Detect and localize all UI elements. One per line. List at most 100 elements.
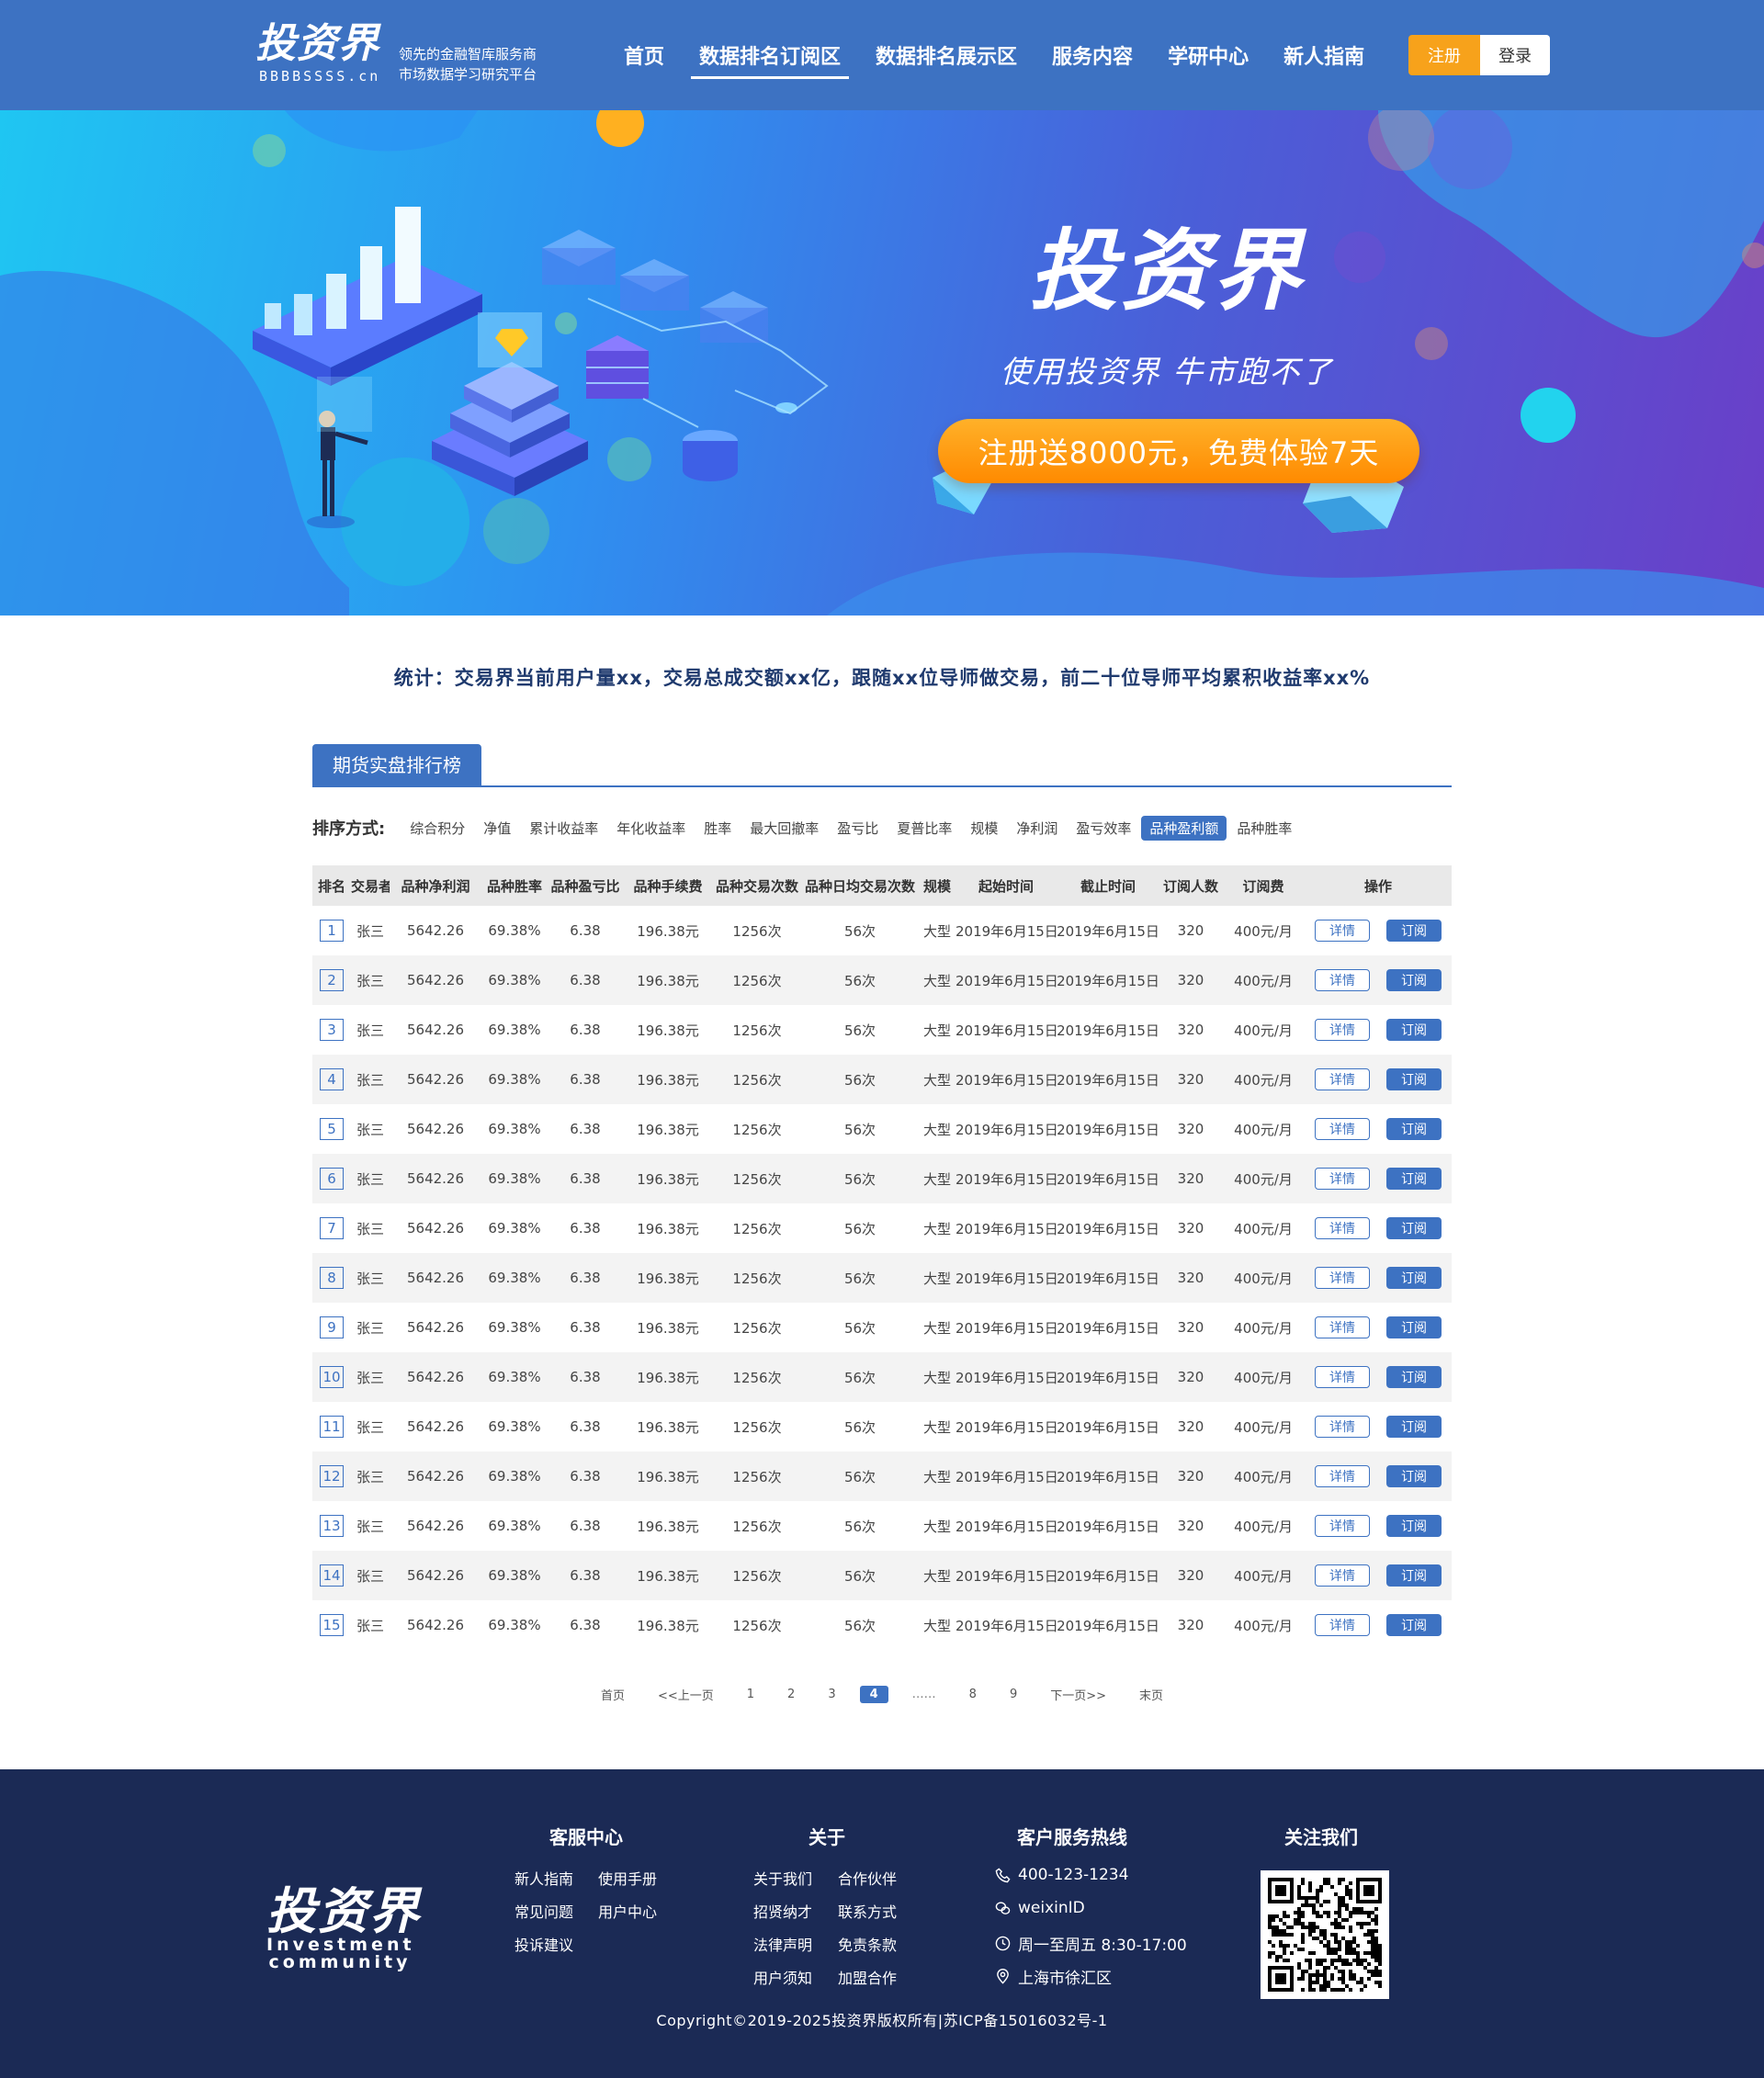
subscribe-button[interactable]: 订阅 <box>1386 1515 1442 1537</box>
footer-link-careers[interactable]: 招贤纳才 <box>753 1900 812 1922</box>
footer-link-legal[interactable]: 法律声明 <box>753 1933 812 1955</box>
page-number-link[interactable]: 9 <box>1001 1686 1026 1703</box>
subscribe-button[interactable]: 订阅 <box>1386 1366 1442 1388</box>
prev-page-link[interactable]: <<上一页 <box>649 1684 723 1705</box>
subscribe-button[interactable]: 订阅 <box>1386 1614 1442 1636</box>
footer-link-newbie-guide[interactable]: 新人指南 <box>514 1867 573 1889</box>
first-page-link[interactable]: 首页 <box>592 1684 634 1705</box>
cell-pl-ratio: 6.38 <box>548 1253 623 1303</box>
sort-option[interactable]: 盈亏效率 <box>1068 816 1139 841</box>
phone-number: 400-123-1234 <box>1018 1866 1129 1884</box>
page-number-link[interactable]: 4 <box>859 1686 888 1703</box>
main-nav: 首页 数据排名订阅区 数据排名展示区 服务内容 学研中心 新人指南 <box>606 35 1382 79</box>
cell-start: 2019年6月15日 <box>956 1253 1057 1303</box>
subscribe-button[interactable]: 订阅 <box>1386 1068 1442 1090</box>
sort-option[interactable]: 夏普比率 <box>888 816 960 841</box>
detail-button[interactable]: 详情 <box>1315 1068 1370 1090</box>
nav-newbie-guide[interactable]: 新人指南 <box>1266 35 1382 75</box>
sort-option[interactable]: 品种胜率 <box>1228 816 1300 841</box>
detail-button[interactable]: 详情 <box>1315 1366 1370 1388</box>
cell-pl-ratio: 6.38 <box>570 1022 601 1038</box>
sort-option[interactable]: 净利润 <box>1008 816 1066 841</box>
sort-option[interactable]: 盈亏比 <box>829 816 887 841</box>
page-number-link[interactable]: 1 <box>738 1686 763 1703</box>
page-number-link[interactable]: 8 <box>960 1686 986 1703</box>
detail-button[interactable]: 详情 <box>1315 1416 1370 1438</box>
actions-cell: 详情 订阅 <box>1305 1104 1452 1154</box>
detail-button[interactable]: 详情 <box>1315 1515 1370 1537</box>
next-page-link[interactable]: 下一页>> <box>1041 1684 1115 1705</box>
footer-link-faq[interactable]: 常见问题 <box>514 1900 573 1922</box>
subscribe-button[interactable]: 订阅 <box>1386 1564 1442 1587</box>
cell-win-rate: 69.38% <box>488 1617 541 1633</box>
nav-subscription-ranking[interactable]: 数据排名订阅区 <box>682 35 858 79</box>
detail-button[interactable]: 详情 <box>1315 1564 1370 1587</box>
detail-button[interactable]: 详情 <box>1315 1267 1370 1289</box>
detail-button[interactable]: 详情 <box>1315 1019 1370 1041</box>
subscribe-button[interactable]: 订阅 <box>1386 969 1442 991</box>
detail-button[interactable]: 详情 <box>1315 1316 1370 1338</box>
sort-option[interactable]: 最大回撤率 <box>741 816 827 841</box>
register-promo-button[interactable]: 注册送8000元，免费体验7天 <box>938 419 1419 483</box>
footer-link-user-notice[interactable]: 用户须知 <box>753 1966 812 1988</box>
cell-pl-ratio: 6.38 <box>548 1154 623 1203</box>
nav-display-ranking[interactable]: 数据排名展示区 <box>858 35 1035 75</box>
cell-net-profit: 5642.26 <box>390 1154 481 1203</box>
footer-link-about-us[interactable]: 关于我们 <box>753 1867 812 1889</box>
nav-services[interactable]: 服务内容 <box>1035 35 1150 75</box>
register-button[interactable]: 注册 <box>1408 35 1480 75</box>
subscribe-button[interactable]: 订阅 <box>1386 1316 1442 1338</box>
rank-badge: 2 <box>320 969 344 991</box>
sort-option[interactable]: 综合积分 <box>401 816 473 841</box>
detail-button[interactable]: 详情 <box>1315 1465 1370 1487</box>
site-logo[interactable]: 投资界 BBBBSSSS.cn 领先的金融智库服务商 市场数据学习研究平台 <box>255 20 559 90</box>
subscribe-button[interactable]: 订阅 <box>1386 1267 1442 1289</box>
rank-badge: 10 <box>320 1366 344 1388</box>
rank-cell: 9 <box>312 1303 351 1352</box>
cell-pl-ratio: 6.38 <box>570 1617 601 1633</box>
last-page-link[interactable]: 末页 <box>1130 1684 1172 1705</box>
footer-link-partners[interactable]: 合作伙伴 <box>838 1867 897 1889</box>
footer-link-disclaimer[interactable]: 免责条款 <box>838 1933 897 1955</box>
login-button[interactable]: 登录 <box>1480 35 1550 75</box>
cell-trader: 张三 <box>351 1352 390 1402</box>
footer-link-user-center[interactable]: 用户中心 <box>598 1900 657 1922</box>
detail-button[interactable]: 详情 <box>1315 1168 1370 1190</box>
sort-option[interactable]: 累计收益率 <box>521 816 606 841</box>
cell-net-profit: 5642.26 <box>406 1418 465 1435</box>
subscribe-button[interactable]: 订阅 <box>1386 1465 1442 1487</box>
footer-link-franchise[interactable]: 加盟合作 <box>838 1966 897 1988</box>
slogan-line-1: 领先的金融智库服务商 <box>399 46 537 62</box>
sort-option[interactable]: 年化收益率 <box>608 816 694 841</box>
sort-option[interactable]: 品种盈利额 <box>1141 815 1227 841</box>
subscribe-button[interactable]: 订阅 <box>1386 1019 1442 1041</box>
sort-option[interactable]: 胜率 <box>695 816 740 841</box>
sort-option[interactable]: 净值 <box>475 816 519 841</box>
cell-win-rate: 69.38% <box>481 1352 548 1402</box>
cell-price: 400元/月 <box>1222 1253 1305 1303</box>
nav-learning-center[interactable]: 学研中心 <box>1150 35 1266 75</box>
sort-option[interactable]: 规模 <box>962 816 1006 841</box>
cell-subscribers: 320 <box>1159 955 1222 1005</box>
nav-home[interactable]: 首页 <box>606 35 682 75</box>
cell-subscribers: 320 <box>1177 1418 1204 1435</box>
cell-pl-ratio: 6.38 <box>548 955 623 1005</box>
subscribe-button[interactable]: 订阅 <box>1386 1416 1442 1438</box>
tab-futures-ranking[interactable]: 期货实盘排行榜 <box>312 744 481 786</box>
detail-button[interactable]: 详情 <box>1315 1614 1370 1636</box>
footer-link-manual[interactable]: 使用手册 <box>598 1867 657 1889</box>
detail-button[interactable]: 详情 <box>1315 969 1370 991</box>
cell-subscribers: 320 <box>1159 1451 1222 1501</box>
footer-link-contact[interactable]: 联系方式 <box>838 1900 897 1922</box>
subscribe-button[interactable]: 订阅 <box>1386 1118 1442 1140</box>
subscribe-button[interactable]: 订阅 <box>1386 1168 1442 1190</box>
detail-button[interactable]: 详情 <box>1315 1217 1370 1239</box>
detail-button[interactable]: 详情 <box>1315 1118 1370 1140</box>
subscribe-button[interactable]: 订阅 <box>1386 1217 1442 1239</box>
subscribe-button[interactable]: 订阅 <box>1386 920 1442 942</box>
cell-daily-trades: 56次 <box>801 1154 919 1203</box>
footer-link-complaint[interactable]: 投诉建议 <box>514 1933 573 1955</box>
detail-button[interactable]: 详情 <box>1315 920 1370 942</box>
page-number-link[interactable]: 2 <box>778 1686 804 1703</box>
page-number-link[interactable]: 3 <box>819 1686 844 1703</box>
